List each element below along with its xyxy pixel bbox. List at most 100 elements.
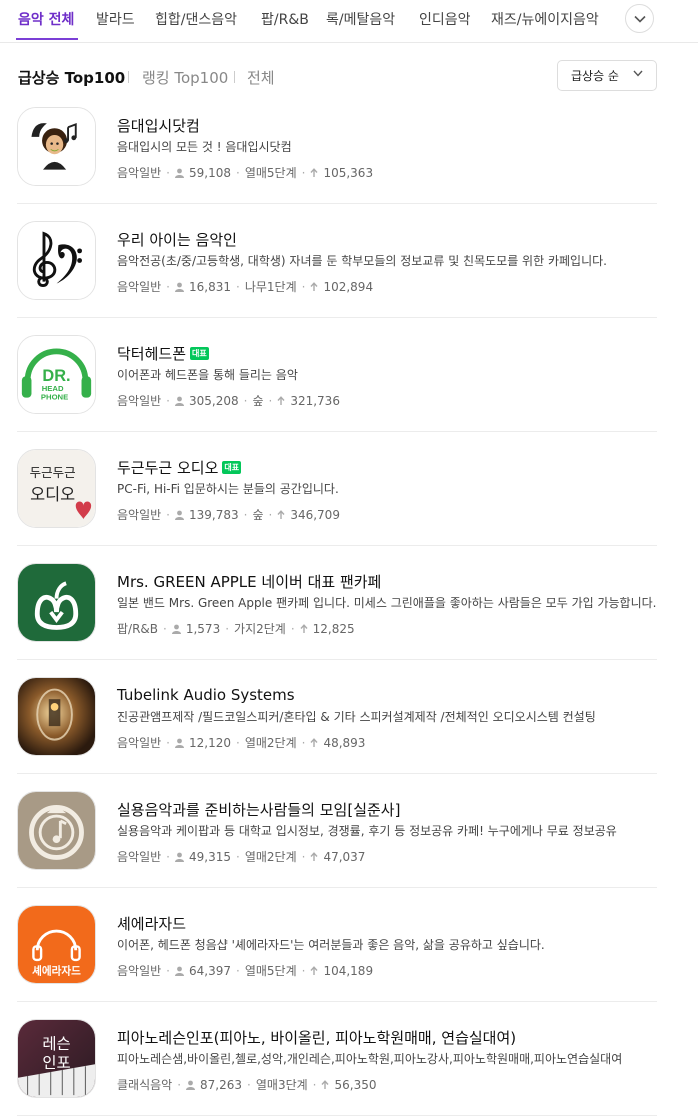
arrow-up-icon bbox=[310, 167, 318, 177]
cafe-name-row: 실용음악과를 준비하는사람들의 모임[실준사] bbox=[117, 798, 400, 820]
vacuum-tube-photo-icon[interactable] bbox=[17, 677, 96, 756]
meta-separator: · bbox=[236, 849, 240, 864]
meta-separator: · bbox=[236, 963, 240, 978]
cafe-list-item[interactable]: 두근두근 오디오 두근두근 오디오 대표 PC-Fi, Hi-Fi 입문하시는 … bbox=[17, 432, 657, 546]
cafe-category: 음악일반 bbox=[117, 850, 162, 864]
cafe-name[interactable]: 실용음악과를 준비하는사람들의 모임[실준사] bbox=[117, 799, 400, 820]
representative-badge: 대표 bbox=[222, 460, 242, 474]
tab-jazz-newage[interactable]: 재즈/뉴에이지음악 bbox=[491, 9, 599, 29]
cafe-level: 가지2단계 bbox=[234, 622, 286, 636]
sort-dropdown[interactable]: 급상승 순 bbox=[557, 60, 657, 91]
filter-all[interactable]: 전체 bbox=[247, 67, 275, 88]
member-count: 305,208 bbox=[189, 393, 239, 408]
svg-text:HEAD: HEAD bbox=[42, 384, 64, 393]
member-count: 139,783 bbox=[189, 507, 239, 522]
rising-score: 321,736 bbox=[290, 393, 340, 408]
headphone-logo-icon[interactable]: DR. HEAD PHONE bbox=[17, 335, 96, 414]
cafe-name[interactable]: 두근두근 오디오 bbox=[117, 457, 218, 478]
chevron-down-icon bbox=[633, 15, 646, 23]
musician-caricature-icon[interactable] bbox=[17, 107, 96, 186]
cafe-name-row: 두근두근 오디오 대표 bbox=[117, 456, 242, 478]
cafe-category: 음악일반 bbox=[117, 508, 162, 522]
cafe-name[interactable]: 우리 아이는 음악인 bbox=[117, 229, 237, 250]
music-note-badge-icon[interactable] bbox=[17, 791, 96, 870]
cafe-list-item[interactable]: 셰에라자드 셰에라자드 이어폰, 헤드폰 청음샵 '셰에라자드'는 여러분들과 … bbox=[17, 888, 657, 1002]
meta-separator: · bbox=[166, 165, 170, 180]
meta-separator: · bbox=[290, 621, 295, 636]
cafe-name-row: 우리 아이는 음악인 bbox=[117, 228, 237, 250]
meta-separator: · bbox=[301, 165, 306, 180]
cafe-name[interactable]: Mrs. GREEN APPLE 네이버 대표 팬카페 bbox=[117, 571, 381, 592]
cafe-category: 음악일반 bbox=[117, 736, 162, 750]
meta-separator: · bbox=[236, 279, 240, 294]
piano-photo-icon[interactable]: 레슨 인포 bbox=[17, 1019, 96, 1098]
cafe-name-row: Tubelink Audio Systems bbox=[117, 684, 295, 706]
meta-separator: · bbox=[301, 849, 306, 864]
filter-rising-top100[interactable]: 급상승 Top100 bbox=[18, 67, 125, 88]
cafe-level: 열매2단계 bbox=[244, 850, 297, 864]
arrow-up-icon bbox=[310, 851, 318, 861]
filter-ranking-top100[interactable]: 랭킹 Top100 bbox=[142, 67, 228, 88]
arrow-up-icon bbox=[321, 1079, 330, 1089]
cafe-list-item[interactable]: 실용음악과를 준비하는사람들의 모임[실준사] 실용음악과 케이팝과 등 대학교… bbox=[17, 774, 657, 888]
svg-text:레슨: 레슨 bbox=[42, 1035, 70, 1053]
tab-pop-rnb[interactable]: 팝/R&B bbox=[261, 9, 309, 29]
cafe-list-item[interactable]: Mrs. GREEN APPLE 네이버 대표 팬카페 일본 밴드 Mrs. G… bbox=[17, 546, 657, 660]
member-icon bbox=[175, 738, 184, 748]
svg-text:DR.: DR. bbox=[42, 367, 70, 385]
cafe-meta: 음악일반 · 16,831 · 나무1단계 · 102,894 bbox=[117, 278, 373, 295]
representative-badge: 대표 bbox=[190, 346, 209, 360]
cafe-level: 열매5단계 bbox=[244, 964, 297, 978]
category-tabs: 음악 전체 발라드 힙합/댄스음악 팝/R&B 록/메탈음악 인디음악 재즈/뉴… bbox=[0, 0, 698, 43]
member-count: 49,315 bbox=[189, 849, 231, 864]
cafe-list-item[interactable]: 음대입시닷컴 음대입시의 모든 것 ! 음대입시닷컴 음악일반 · 59,108… bbox=[17, 90, 657, 204]
cafe-name[interactable]: 음대입시닷컴 bbox=[117, 115, 200, 136]
cafe-name-row: 음대입시닷컴 bbox=[117, 114, 200, 136]
svg-text:셰에라자드: 셰에라자드 bbox=[32, 964, 81, 977]
rising-score: 56,350 bbox=[334, 1077, 377, 1092]
green-apple-logo-icon[interactable] bbox=[17, 563, 96, 642]
tab-indie[interactable]: 인디음악 bbox=[419, 9, 471, 29]
cafe-level: 나무1단계 bbox=[244, 280, 297, 294]
treble-bass-clef-icon[interactable] bbox=[17, 221, 96, 300]
cafe-list-item[interactable]: 우리 아이는 음악인 음악전공(초/중/고등학생, 대학생) 자녀를 둔 학부모… bbox=[17, 204, 657, 318]
meta-separator: · bbox=[225, 621, 230, 636]
tab-rock-metal[interactable]: 록/메탈음악 bbox=[326, 9, 395, 29]
cafe-category: 클래식음악 bbox=[117, 1078, 173, 1092]
cafe-name[interactable]: 피아노레슨인포(피아노, 바이올린, 피아노학원매매, 연습실대여) bbox=[117, 1027, 516, 1048]
orange-headphone-logo-icon[interactable]: 셰에라자드 bbox=[17, 905, 96, 984]
cafe-category: 팝/R&B bbox=[117, 622, 159, 636]
member-count: 1,573 bbox=[185, 621, 221, 636]
cafe-name-row: 피아노레슨인포(피아노, 바이올린, 피아노학원매매, 연습실대여) bbox=[117, 1026, 516, 1048]
member-icon bbox=[175, 168, 184, 178]
tab-ballad[interactable]: 발라드 bbox=[96, 9, 135, 29]
meta-separator: · bbox=[301, 963, 306, 978]
cafe-description: 피아노레슨샘,바이올린,첼로,성악,개인레슨,피아노학원,피아노강사,피아노학원… bbox=[117, 1052, 623, 1066]
cafe-list-item[interactable]: Tubelink Audio Systems 진공관앰프제작 /필드코일스피커/… bbox=[17, 660, 657, 774]
cafe-description: 실용음악과 케이팝과 등 대학교 입시정보, 경쟁률, 후기 등 정보공유 카페… bbox=[117, 824, 617, 838]
active-tab-indicator bbox=[16, 38, 78, 40]
cafe-category: 음악일반 bbox=[117, 280, 162, 294]
arrow-up-icon bbox=[300, 623, 308, 633]
meta-separator: · bbox=[268, 507, 273, 522]
cafe-name[interactable]: Tubelink Audio Systems bbox=[117, 686, 295, 704]
tabs-expand-button[interactable] bbox=[625, 4, 654, 33]
handwritten-logo-icon[interactable]: 두근두근 오디오 bbox=[17, 449, 96, 528]
tab-music-all[interactable]: 음악 전체 bbox=[18, 9, 74, 29]
meta-separator: · bbox=[236, 165, 240, 180]
cafe-meta: 음악일반 · 49,315 · 열매2단계 · 47,037 bbox=[117, 848, 365, 865]
svg-text:인포: 인포 bbox=[42, 1054, 70, 1072]
member-count: 87,263 bbox=[200, 1077, 243, 1092]
cafe-name[interactable]: 닥터헤드폰 bbox=[117, 343, 186, 364]
cafe-meta: 음악일반 · 59,108 · 열매5단계 · 105,363 bbox=[117, 164, 373, 181]
cafe-description: 이어폰과 헤드폰을 통해 들리는 음악 bbox=[117, 368, 298, 382]
cafe-list-item[interactable]: 레슨 인포 피아노레슨인포(피아노, 바이올린, 피아노학원매매, 연습실대여)… bbox=[17, 1002, 657, 1116]
cafe-name[interactable]: 셰에라자드 bbox=[117, 913, 186, 934]
cafe-list-item[interactable]: DR. HEAD PHONE 닥터헤드폰 대표 이어폰과 헤드폰을 통해 들리는… bbox=[17, 318, 657, 432]
arrow-up-icon bbox=[310, 737, 318, 747]
member-count: 16,831 bbox=[189, 279, 231, 294]
cafe-name-row: Mrs. GREEN APPLE 네이버 대표 팬카페 bbox=[117, 570, 381, 592]
meta-separator: · bbox=[301, 279, 306, 294]
svg-text:두근두근: 두근두근 bbox=[30, 465, 76, 480]
tab-hiphop-dance[interactable]: 힙합/댄스음악 bbox=[155, 9, 237, 29]
